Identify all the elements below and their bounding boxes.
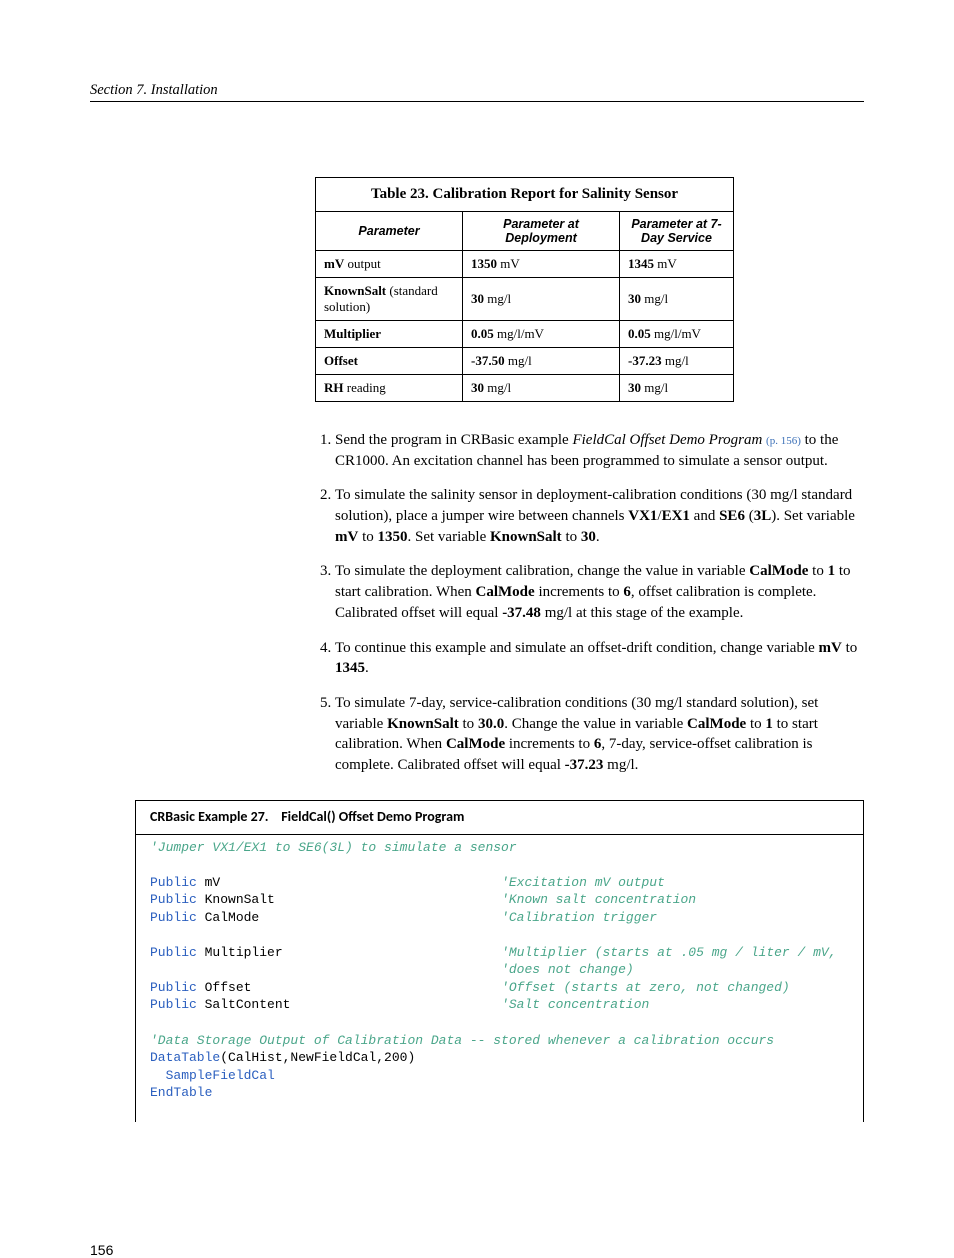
table-row: KnownSalt (standard solution) 30 mg/l 30… xyxy=(316,278,734,321)
table-caption: Table 23. Calibration Report for Salinit… xyxy=(315,177,734,211)
list-item: To simulate the deployment calibration, … xyxy=(335,561,864,623)
code-example: CRBasic Example 27. FieldCal() Offset De… xyxy=(135,800,864,1122)
list-item: To continue this example and simulate an… xyxy=(335,638,864,679)
table-row: Offset -37.50 mg/l -37.23 mg/l xyxy=(316,348,734,375)
col-parameter: Parameter xyxy=(316,212,463,251)
col-service: Parameter at 7-Day Service xyxy=(620,212,734,251)
table-row: Multiplier 0.05 mg/l/mV 0.05 mg/l/mV xyxy=(316,321,734,348)
page-reference-link[interactable]: (p. 156) xyxy=(766,435,801,447)
main-content: Table 23. Calibration Report for Salinit… xyxy=(315,177,864,776)
col-deployment: Parameter at Deployment xyxy=(463,212,620,251)
list-item: To simulate the salinity sensor in deplo… xyxy=(335,485,864,547)
calibration-table: Table 23. Calibration Report for Salinit… xyxy=(315,177,734,402)
section-header: Section 7. Installation xyxy=(90,82,864,102)
instruction-list: Send the program in CRBasic example Fiel… xyxy=(315,430,864,776)
page-number: 156 xyxy=(90,1242,864,1258)
table-row: mV output 1350 mV 1345 mV xyxy=(316,251,734,278)
list-item: Send the program in CRBasic example Fiel… xyxy=(335,430,864,471)
code-title: CRBasic Example 27. FieldCal() Offset De… xyxy=(136,801,863,835)
list-item: To simulate 7-day, service-calibration c… xyxy=(335,693,864,776)
code-body: 'Jumper VX1/EX1 to SE6(3L) to simulate a… xyxy=(136,835,863,1122)
table-row: RH reading 30 mg/l 30 mg/l xyxy=(316,375,734,402)
